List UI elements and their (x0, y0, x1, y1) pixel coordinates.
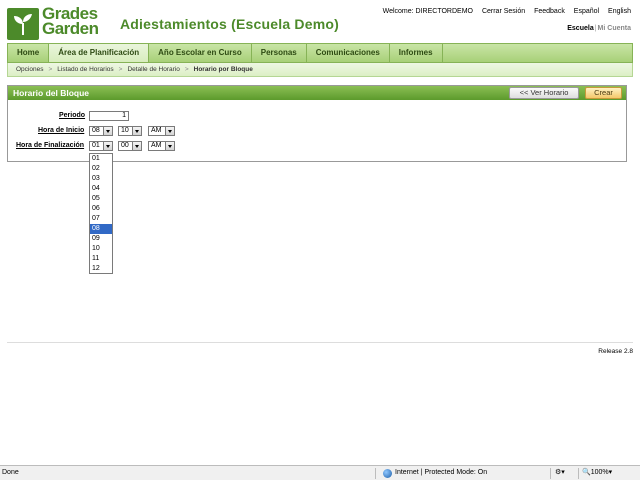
spanish-link[interactable]: Español (574, 8, 599, 15)
breadcrumb-current: Horario por Bloque (193, 66, 253, 73)
nav-current-school-year[interactable]: Año Escolar en Curso (149, 44, 252, 62)
chevron-down-icon: ▾ (608, 469, 613, 476)
end-time-label: Hora de Finalización (16, 142, 85, 149)
dropdown-option-highlighted[interactable]: 08 (90, 224, 112, 234)
nav-communications[interactable]: Comunicaciones (307, 44, 390, 62)
browser-statusbar: Done Internet | Protected Mode: On ⚙▾ 🔍 … (0, 465, 640, 480)
dropdown-option[interactable]: 12 (90, 264, 112, 274)
security-zone-text: Internet | Protected Mode: On (395, 469, 488, 476)
logo-text: Grades Garden (42, 5, 99, 38)
dropdown-option[interactable]: 11 (90, 254, 112, 264)
feedback-link[interactable]: Feedback (534, 8, 565, 15)
top-links: Welcome: DIRECTORDEMO Cerrar Sesión Feed… (376, 8, 631, 15)
end-hour-value: 01 (92, 142, 100, 149)
security-zone[interactable]: Internet | Protected Mode: On (383, 466, 487, 480)
protected-mode-icon[interactable]: ⚙▾ (555, 466, 565, 480)
release-version: Release 2.8 (598, 348, 633, 355)
chevron-down-icon[interactable] (103, 127, 112, 135)
dropdown-option[interactable]: 07 (90, 214, 112, 224)
welcome-text: Welcome: DIRECTORDEMO (382, 8, 473, 15)
breadcrumb-options[interactable]: Opciones (16, 66, 43, 73)
magnifier-icon: 🔍 (582, 469, 591, 476)
start-minute-select[interactable]: 10 (118, 126, 142, 136)
dropdown-option[interactable]: 10 (90, 244, 112, 254)
school-link[interactable]: Escuela (567, 25, 593, 32)
end-ampm-value: AM (151, 142, 162, 149)
english-link[interactable]: English (608, 8, 631, 15)
grades-garden-logo[interactable]: Grades Garden (7, 5, 110, 40)
chevron-down-icon[interactable] (132, 142, 141, 150)
breadcrumb-chevron-icon: > (48, 66, 53, 73)
dropdown-option[interactable]: 06 (90, 204, 112, 214)
school-links: Escuela|Mi Cuenta (567, 25, 631, 32)
main-nav: Home Área de Planificación Año Escolar e… (7, 43, 633, 63)
logo-line-2: Garden (42, 19, 99, 38)
dropdown-option[interactable]: 03 (90, 174, 112, 184)
create-button[interactable]: Crear (585, 87, 622, 99)
zoom-control[interactable]: 🔍 100% ▾ (582, 466, 612, 480)
panel-header: Horario del Bloque << Ver Horario Crear (8, 86, 626, 100)
statusbar-divider (375, 468, 376, 479)
start-time-label: Hora de Inicio (38, 127, 85, 134)
my-account-link[interactable]: Mi Cuenta (598, 25, 631, 32)
statusbar-divider (578, 468, 579, 479)
dropdown-option[interactable]: 05 (90, 194, 112, 204)
end-ampm-select[interactable]: AM (148, 141, 175, 151)
footer-divider (7, 342, 633, 343)
start-minute-value: 10 (121, 127, 129, 134)
dropdown-option[interactable]: 02 (90, 164, 112, 174)
breadcrumb-schedule-list[interactable]: Listado de Horarios (57, 66, 113, 73)
globe-icon (383, 468, 392, 478)
school-separator: | (594, 25, 597, 32)
nav-planning-area[interactable]: Área de Planificación (49, 44, 150, 62)
nav-reports[interactable]: Informes (390, 44, 443, 62)
breadcrumb-chevron-icon: > (118, 66, 123, 73)
panel-title: Horario del Bloque (13, 88, 90, 98)
periodo-value: 1 (122, 112, 126, 119)
chevron-down-icon[interactable] (165, 142, 174, 150)
statusbar-divider (550, 468, 551, 479)
breadcrumb: Opciones > Listado de Horarios > Detalle de … (7, 63, 633, 77)
dropdown-option[interactable]: 01 (90, 154, 112, 164)
breadcrumb-chevron-icon: > (184, 66, 189, 73)
start-ampm-value: AM (151, 127, 162, 134)
zoom-level: 100% (590, 469, 609, 476)
end-hour-dropdown-list: 01 02 03 04 05 06 07 08 09 10 11 12 (89, 153, 113, 274)
start-hour-select[interactable]: 08 (89, 126, 113, 136)
start-hour-value: 08 (92, 127, 100, 134)
breadcrumb-schedule-detail[interactable]: Detalle de Horario (127, 66, 179, 73)
start-ampm-select[interactable]: AM (148, 126, 175, 136)
dropdown-option[interactable]: 04 (90, 184, 112, 194)
chevron-down-icon[interactable] (132, 127, 141, 135)
end-hour-select[interactable]: 01 (89, 141, 113, 151)
end-minute-value: 00 (121, 142, 129, 149)
chevron-down-icon[interactable] (165, 127, 174, 135)
view-schedule-button[interactable]: << Ver Horario (509, 87, 579, 99)
sprout-icon (7, 8, 39, 40)
app-title: Adiestamientos (Escuela Demo) (120, 16, 339, 32)
logout-link[interactable]: Cerrar Sesión (482, 8, 525, 15)
end-minute-select[interactable]: 00 (118, 141, 142, 151)
dropdown-option[interactable]: 09 (90, 234, 112, 244)
periodo-label: Periodo (59, 112, 86, 119)
status-text: Done (2, 469, 19, 476)
periodo-input[interactable]: 1 (89, 111, 129, 121)
nav-people[interactable]: Personas (252, 44, 307, 62)
nav-home[interactable]: Home (8, 44, 50, 62)
chevron-down-icon[interactable] (103, 142, 112, 150)
